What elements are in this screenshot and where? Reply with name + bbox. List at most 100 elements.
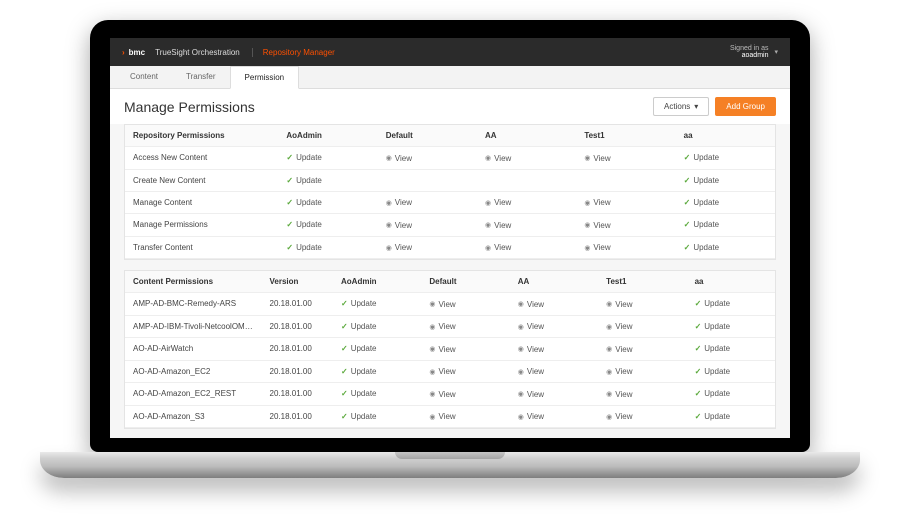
permission-cell[interactable]: Update — [687, 360, 775, 383]
permission-cell[interactable]: View — [598, 315, 686, 338]
permission-cell[interactable]: View — [598, 338, 686, 361]
permission-cell[interactable]: View — [576, 214, 675, 237]
permission-cell[interactable]: Update — [333, 383, 421, 406]
permission-cell[interactable]: View — [510, 338, 598, 361]
permission-cell[interactable]: View — [421, 405, 509, 428]
permission-cell[interactable]: View — [421, 315, 509, 338]
permission-cell[interactable] — [576, 169, 675, 191]
brand-text: bmc — [129, 48, 145, 57]
product-name: TrueSight Orchestration — [155, 48, 240, 57]
row-label: AMP-AD-BMC-Remedy-ARS — [125, 293, 262, 316]
row-version: 20.18.01.00 — [262, 338, 334, 361]
row-label: Manage Content — [125, 191, 278, 214]
permission-cell[interactable] — [477, 169, 576, 191]
permission-cell[interactable]: Update — [687, 383, 775, 406]
table-row: AO-AD-Amazon_EC220.18.01.00UpdateViewVie… — [125, 360, 775, 383]
table-row: Create New ContentUpdateUpdate — [125, 169, 775, 191]
permission-cell[interactable]: View — [576, 236, 675, 259]
repository-permissions-panel: Repository PermissionsAoAdminDefaultAATe… — [124, 124, 776, 260]
permission-cell[interactable]: Update — [278, 169, 377, 191]
permission-cell[interactable]: Update — [333, 315, 421, 338]
permission-cell[interactable]: View — [477, 214, 576, 237]
permission-cell[interactable]: View — [421, 383, 509, 406]
permission-cell[interactable]: View — [510, 293, 598, 316]
column-header-group[interactable]: AA — [477, 125, 576, 147]
permission-cell[interactable]: Update — [333, 360, 421, 383]
permission-cell[interactable]: Update — [687, 338, 775, 361]
subproduct-name[interactable]: Repository Manager — [252, 48, 335, 57]
permission-cell[interactable]: View — [421, 293, 509, 316]
column-header-group[interactable]: AoAdmin — [278, 125, 377, 147]
permission-cell[interactable]: View — [510, 383, 598, 406]
signed-in-label: Signed in as — [730, 45, 769, 52]
permission-cell[interactable]: Update — [333, 338, 421, 361]
row-label: Create New Content — [125, 169, 278, 191]
permission-cell[interactable]: View — [576, 191, 675, 214]
content-area: Repository PermissionsAoAdminDefaultAATe… — [110, 124, 790, 438]
permission-cell[interactable]: Update — [676, 147, 775, 170]
permission-cell[interactable]: Update — [687, 405, 775, 428]
table-row: Transfer ContentUpdateViewViewViewUpdate — [125, 236, 775, 259]
permission-cell[interactable]: View — [598, 360, 686, 383]
permission-cell[interactable]: Update — [278, 236, 377, 259]
row-label: AO-AD-AirWatch — [125, 338, 262, 361]
column-header-group[interactable]: Test1 — [576, 125, 675, 147]
permission-cell[interactable]: Update — [687, 315, 775, 338]
permission-cell[interactable]: View — [510, 405, 598, 428]
permission-cell[interactable]: View — [510, 360, 598, 383]
permission-cell[interactable]: Update — [278, 147, 377, 170]
row-version: 20.18.01.00 — [262, 293, 334, 316]
app-header: › bmc TrueSight Orchestration Repository… — [110, 38, 790, 66]
content-permissions-table: Content PermissionsVersionAoAdminDefault… — [125, 271, 775, 428]
permission-cell[interactable]: Update — [676, 214, 775, 237]
column-header-group[interactable]: Default — [378, 125, 477, 147]
tab-permission[interactable]: Permission — [230, 66, 300, 89]
permission-cell[interactable]: View — [477, 191, 576, 214]
permission-cell[interactable]: View — [378, 191, 477, 214]
permission-cell[interactable]: Update — [676, 191, 775, 214]
permission-cell[interactable]: View — [510, 315, 598, 338]
permission-cell[interactable] — [378, 169, 477, 191]
chevron-down-icon: ▾ — [694, 102, 698, 111]
title-bar: Manage Permissions Actions ▾ Add Group — [110, 89, 790, 124]
column-header-group[interactable]: Default — [421, 271, 509, 293]
signed-in-user: aoadmin — [730, 52, 769, 59]
row-label: Transfer Content — [125, 236, 278, 259]
table-row: Access New ContentUpdateViewViewViewUpda… — [125, 147, 775, 170]
permission-cell[interactable]: Update — [687, 293, 775, 316]
laptop-base — [40, 452, 860, 478]
user-menu[interactable]: Signed in as aoadmin ▾ — [730, 45, 778, 59]
permission-cell[interactable]: View — [477, 147, 576, 170]
permission-cell[interactable]: View — [598, 383, 686, 406]
permission-cell[interactable]: View — [477, 236, 576, 259]
tab-content[interactable]: Content — [116, 66, 172, 88]
permission-cell[interactable]: View — [421, 360, 509, 383]
permission-cell[interactable]: View — [598, 293, 686, 316]
column-header-group[interactable]: Test1 — [598, 271, 686, 293]
permission-cell[interactable]: Update — [333, 405, 421, 428]
tab-transfer[interactable]: Transfer — [172, 66, 230, 88]
laptop-frame: › bmc TrueSight Orchestration Repository… — [90, 20, 810, 478]
permission-cell[interactable]: View — [378, 214, 477, 237]
column-header-group[interactable]: AA — [510, 271, 598, 293]
permission-cell[interactable]: Update — [278, 191, 377, 214]
app-viewport: › bmc TrueSight Orchestration Repository… — [110, 38, 790, 438]
permission-cell[interactable]: View — [576, 147, 675, 170]
permission-cell[interactable]: Update — [333, 293, 421, 316]
permission-cell[interactable]: View — [598, 405, 686, 428]
permission-cell[interactable]: View — [421, 338, 509, 361]
table-row: AO-AD-AirWatch20.18.01.00UpdateViewViewV… — [125, 338, 775, 361]
add-group-button[interactable]: Add Group — [715, 97, 776, 116]
permission-cell[interactable]: View — [378, 236, 477, 259]
row-label: Access New Content — [125, 147, 278, 170]
permission-cell[interactable]: Update — [278, 214, 377, 237]
permission-cell[interactable]: Update — [676, 236, 775, 259]
permission-cell[interactable]: View — [378, 147, 477, 170]
column-header: Repository Permissions — [125, 125, 278, 147]
actions-button[interactable]: Actions ▾ — [653, 97, 709, 116]
column-header-group[interactable]: aa — [687, 271, 775, 293]
permission-cell[interactable]: Update — [676, 169, 775, 191]
column-header-group[interactable]: AoAdmin — [333, 271, 421, 293]
column-header-group[interactable]: aa — [676, 125, 775, 147]
column-header: Content Permissions — [125, 271, 262, 293]
